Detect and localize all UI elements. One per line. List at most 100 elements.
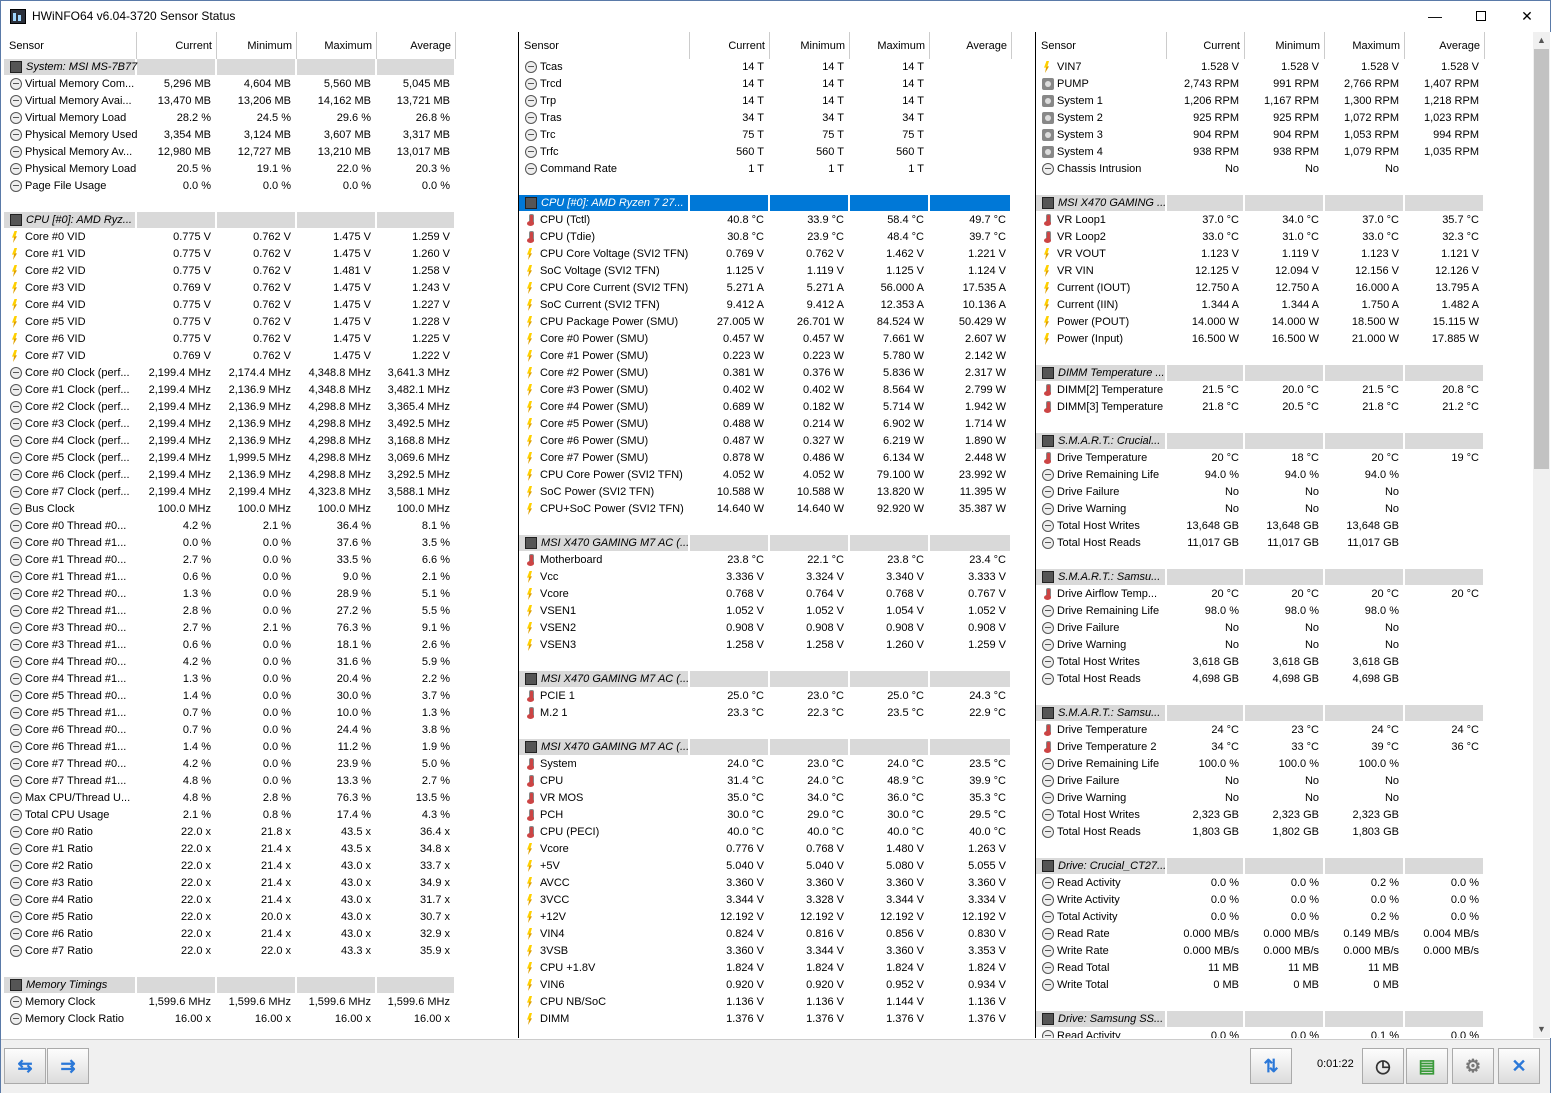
- sensor-row[interactable]: CPU Core Current (SVI2 TFN) 5.271 A 5.271 …: [519, 280, 1032, 297]
- sensor-row[interactable]: Core #4 VID 0.775 V 0.762 V 1.475 V 1.227 V: [4, 297, 515, 314]
- sensor-row[interactable]: CPU (PECI) 40.0 °C 40.0 °C 40.0 °C 40.0 °C: [519, 824, 1032, 841]
- sensor-row[interactable]: System 24.0 °C 23.0 °C 24.0 °C 23.5 °C: [519, 756, 1032, 773]
- sensor-row[interactable]: Core #6 Ratio 22.0 x 21.4 x 43.0 x 32.9 x: [4, 926, 515, 943]
- sensor-row[interactable]: VIN7 1.528 V 1.528 V 1.528 V 1.528 V: [1036, 59, 1551, 76]
- sensor-row[interactable]: Total Host Reads 4,698 GB 4,698 GB 4,698 GB: [1036, 671, 1551, 688]
- sensor-row[interactable]: Virtual Memory Avai... 13,470 MB 13,206 MB…: [4, 93, 515, 110]
- sensor-row[interactable]: Drive Airflow Temp... 20 °C 20 °C 20 °C 20 °…: [1036, 586, 1551, 603]
- sensor-row[interactable]: Power (POUT) 14.000 W 14.000 W 18.500 W 15.1…: [1036, 314, 1551, 331]
- sensor-row[interactable]: Core #6 VID 0.775 V 0.762 V 1.475 V 1.225 V: [4, 331, 515, 348]
- sensor-row[interactable]: VR VIN 12.125 V 12.094 V 12.156 V 12.126 V: [1036, 263, 1551, 280]
- sensor-row[interactable]: Total Host Reads 11,017 GB 11,017 GB 11,017…: [1036, 535, 1551, 552]
- sensor-row[interactable]: Core #1 VID 0.775 V 0.762 V 1.475 V 1.260 V: [4, 246, 515, 263]
- sensor-row[interactable]: Core #4 Ratio 22.0 x 21.4 x 43.0 x 31.7 x: [4, 892, 515, 909]
- sensor-row[interactable]: Read Total 11 MB 11 MB 11 MB: [1036, 960, 1551, 977]
- sensor-row[interactable]: PCH 30.0 °C 29.0 °C 30.0 °C 29.5 °C: [519, 807, 1032, 824]
- sensor-row[interactable]: Drive Warning No No No: [1036, 637, 1551, 654]
- sensor-row[interactable]: VIN6 0.920 V 0.920 V 0.952 V 0.934 V: [519, 977, 1032, 994]
- navigate-right-button[interactable]: ⇉: [47, 1048, 89, 1084]
- sensor-row[interactable]: Drive Remaining Life 100.0 % 100.0 % 100.0 …: [1036, 756, 1551, 773]
- sensor-row[interactable]: VR Loop2 33.0 °C 31.0 °C 33.0 °C 32.3 °C: [1036, 229, 1551, 246]
- minimize-button[interactable]: —: [1412, 1, 1458, 31]
- sensor-group-header[interactable]: Drive: Samsung SS...: [1036, 1011, 1551, 1028]
- close-window-button[interactable]: ✕: [1504, 1, 1550, 31]
- sensor-group-header[interactable]: CPU [#0]: AMD Ryzen 7 27...: [519, 195, 1032, 212]
- sensor-row[interactable]: Core #2 Thread #1... 2.8 % 0.0 % 27.2 % 5.5 …: [4, 603, 515, 620]
- sensor-row[interactable]: CPU Package Power (SMU) 27.005 W 26.701 W 8…: [519, 314, 1032, 331]
- sensor-row[interactable]: AVCC 3.360 V 3.360 V 3.360 V 3.360 V: [519, 875, 1032, 892]
- scroll-up-arrow-icon[interactable]: ▲: [1533, 32, 1550, 49]
- sensor-row[interactable]: Core #7 VID 0.769 V 0.762 V 1.475 V 1.222 V: [4, 348, 515, 365]
- sensor-row[interactable]: Physical Memory Used 3,354 MB 3,124 MB 3,60…: [4, 127, 515, 144]
- scroll-down-arrow-icon[interactable]: ▼: [1533, 1021, 1550, 1038]
- column-divider[interactable]: [929, 32, 930, 59]
- sensor-row[interactable]: CPU+SoC Power (SVI2 TFN) 14.640 W 14.640 W…: [519, 501, 1032, 518]
- sensor-row[interactable]: Total Host Writes 3,618 GB 3,618 GB 3,618 G…: [1036, 654, 1551, 671]
- sensor-row[interactable]: Core #3 Thread #0... 2.7 % 2.1 % 76.3 % 9.1 …: [4, 620, 515, 637]
- sensor-row[interactable]: Total Host Writes 2,323 GB 2,323 GB 2,323 G…: [1036, 807, 1551, 824]
- sensor-row[interactable]: Current (IOUT) 12.750 A 12.750 A 16.000 A 13…: [1036, 280, 1551, 297]
- sensor-row[interactable]: Drive Warning No No No: [1036, 501, 1551, 518]
- sensor-row[interactable]: Core #2 Thread #0... 1.3 % 0.0 % 28.9 % 5.1 …: [4, 586, 515, 603]
- column-divider[interactable]: [1404, 32, 1405, 59]
- header-maximum[interactable]: Maximum: [1326, 40, 1400, 52]
- header-average[interactable]: Average: [1406, 40, 1480, 52]
- sensor-group-header[interactable]: CPU [#0]: AMD Ryz...: [4, 212, 515, 229]
- sensor-row[interactable]: Core #1 Power (SMU) 0.223 W 0.223 W 5.780 W…: [519, 348, 1032, 365]
- sensor-group-header[interactable]: S.M.A.R.T.: Crucial...: [1036, 433, 1551, 450]
- column-divider[interactable]: [216, 32, 217, 59]
- sensor-row[interactable]: VIN4 0.824 V 0.816 V 0.856 V 0.830 V: [519, 926, 1032, 943]
- sensor-row[interactable]: Core #3 Thread #1... 0.6 % 0.0 % 18.1 % 2.6 …: [4, 637, 515, 654]
- sensor-row[interactable]: Core #2 Clock (perf... 2,199.4 MHz 2,136.9…: [4, 399, 515, 416]
- sensor-row[interactable]: VR Loop1 37.0 °C 34.0 °C 37.0 °C 35.7 °C: [1036, 212, 1551, 229]
- navigate-left-button[interactable]: ⇆: [4, 1048, 46, 1084]
- column-divider[interactable]: [689, 32, 690, 59]
- header-current[interactable]: Current: [138, 40, 212, 52]
- column-divider[interactable]: [455, 32, 456, 59]
- header-sensor[interactable]: Sensor: [1041, 40, 1076, 52]
- sensor-row[interactable]: DIMM 1.376 V 1.376 V 1.376 V 1.376 V: [519, 1011, 1032, 1028]
- sensor-group-header[interactable]: MSI X470 GAMING M7 AC (...: [519, 739, 1032, 756]
- sensor-group-header[interactable]: Memory Timings: [4, 977, 515, 994]
- header-minimum[interactable]: Minimum: [771, 40, 845, 52]
- column-divider[interactable]: [376, 32, 377, 59]
- sensor-group-header[interactable]: System: MSI MS-7B77: [4, 59, 515, 76]
- sensor-row[interactable]: Current (IIN) 1.344 A 1.344 A 1.750 A 1.482 …: [1036, 297, 1551, 314]
- sensor-row[interactable]: Drive Failure No No No: [1036, 484, 1551, 501]
- sensor-group-header[interactable]: S.M.A.R.T.: Samsu...: [1036, 569, 1551, 586]
- sensor-row[interactable]: Memory Clock Ratio 16.00 x 16.00 x 16.00 x 1…: [4, 1011, 515, 1028]
- sensor-row[interactable]: SoC Current (SVI2 TFN) 9.412 A 9.412 A 12.3…: [519, 297, 1032, 314]
- sensor-row[interactable]: Vcore 0.768 V 0.764 V 0.768 V 0.767 V: [519, 586, 1032, 603]
- sensor-row[interactable]: Read Rate 0.000 MB/s 0.000 MB/s 0.149 MB/s 0…: [1036, 926, 1551, 943]
- header-maximum[interactable]: Maximum: [851, 40, 925, 52]
- sensor-row[interactable]: Drive Failure No No No: [1036, 773, 1551, 790]
- sensor-row[interactable]: Core #5 Thread #1... 0.7 % 0.0 % 10.0 % 1.3 …: [4, 705, 515, 722]
- column-divider[interactable]: [1244, 32, 1245, 59]
- sensor-row[interactable]: Core #1 Clock (perf... 2,199.4 MHz 2,136.9…: [4, 382, 515, 399]
- sensor-row[interactable]: Core #7 Thread #0... 4.2 % 0.0 % 23.9 % 5.0 …: [4, 756, 515, 773]
- sensor-row[interactable]: CPU +1.8V 1.824 V 1.824 V 1.824 V 1.824 V: [519, 960, 1032, 977]
- sensor-row[interactable]: PCIE 1 25.0 °C 23.0 °C 25.0 °C 24.3 °C: [519, 688, 1032, 705]
- sensor-row[interactable]: Vcc 3.336 V 3.324 V 3.340 V 3.333 V: [519, 569, 1032, 586]
- sensor-row[interactable]: System 4 938 RPM 938 RPM 1,079 RPM 1,035 RPM: [1036, 144, 1551, 161]
- sensor-row[interactable]: Write Activity 0.0 % 0.0 % 0.0 % 0.0 %: [1036, 892, 1551, 909]
- column-divider[interactable]: [1011, 32, 1012, 59]
- sensor-row[interactable]: Drive Warning No No No: [1036, 790, 1551, 807]
- sensor-row[interactable]: Core #6 Thread #0... 0.7 % 0.0 % 24.4 % 3.8 …: [4, 722, 515, 739]
- sensor-pane-3[interactable]: Sensor Current Minimum Maximum Average VIN7 1.…: [1035, 32, 1551, 1038]
- sensor-row[interactable]: CPU 31.4 °C 24.0 °C 48.9 °C 39.9 °C: [519, 773, 1032, 790]
- sensor-row[interactable]: Core #4 Thread #1... 1.3 % 0.0 % 20.4 % 2.2 …: [4, 671, 515, 688]
- header-current[interactable]: Current: [691, 40, 765, 52]
- sensor-row[interactable]: Core #6 Power (SMU) 0.487 W 0.327 W 6.219 W…: [519, 433, 1032, 450]
- sensor-row[interactable]: System 3 904 RPM 904 RPM 1,053 RPM 994 RPM: [1036, 127, 1551, 144]
- sensor-row[interactable]: Write Rate 0.000 MB/s 0.000 MB/s 0.000 MB/s…: [1036, 943, 1551, 960]
- sensor-row[interactable]: Trcd 14 T 14 T 14 T: [519, 76, 1032, 93]
- sensor-row[interactable]: Core #7 Clock (perf... 2,199.4 MHz 2,199.4…: [4, 484, 515, 501]
- sensor-row[interactable]: Trfc 560 T 560 T 560 T: [519, 144, 1032, 161]
- sensor-row[interactable]: Trc 75 T 75 T 75 T: [519, 127, 1032, 144]
- sensor-row[interactable]: CPU Core Power (SVI2 TFN) 4.052 W 4.052 W 7…: [519, 467, 1032, 484]
- sensor-pane-2[interactable]: Sensor Current Minimum Maximum Average Tcas 14…: [518, 32, 1032, 1038]
- sensor-row[interactable]: Core #5 Clock (perf... 2,199.4 MHz 1,999.5…: [4, 450, 515, 467]
- sensor-row[interactable]: Read Activity 0.0 % 0.0 % 0.2 % 0.0 %: [1036, 875, 1551, 892]
- sensor-row[interactable]: Total CPU Usage 2.1 % 0.8 % 17.4 % 4.3 %: [4, 807, 515, 824]
